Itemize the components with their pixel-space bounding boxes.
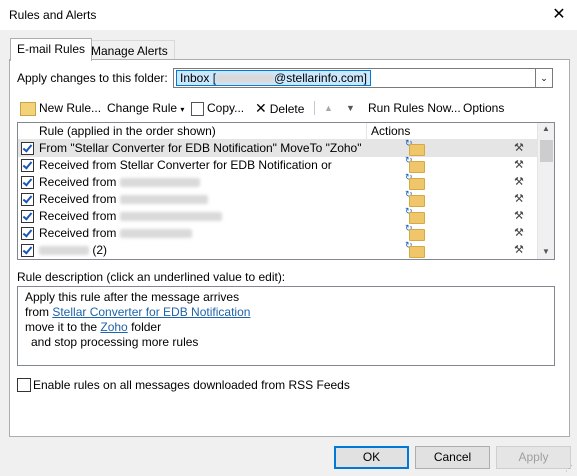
rule-name: Received from xyxy=(39,192,208,207)
folder-label: Apply changes to this folder: xyxy=(17,71,168,85)
column-header-rule[interactable]: Rule (applied in the order shown) xyxy=(39,124,216,138)
change-rule-label: Change Rule xyxy=(107,101,178,115)
rule-name: From "Stellar Converter for EDB Notifica… xyxy=(39,141,362,155)
grid-header: Rule (applied in the order shown) Action… xyxy=(18,123,537,140)
tools-icon: ⚒ xyxy=(514,210,524,222)
sender-link[interactable]: Stellar Converter for EDB Notification xyxy=(52,305,250,319)
window-title: Rules and Alerts xyxy=(9,8,97,22)
delete-label: Delete xyxy=(269,102,305,116)
tab-email-rules[interactable]: E-mail Rules xyxy=(10,38,93,61)
close-icon: ✕ xyxy=(552,6,566,23)
vertical-scrollbar[interactable]: ▲ ▼ xyxy=(537,123,554,259)
tools-icon: ⚒ xyxy=(514,227,524,239)
chevron-down-icon[interactable]: ⌄ xyxy=(535,69,552,87)
tools-icon: ⚒ xyxy=(514,176,524,188)
folder-icon xyxy=(409,246,425,258)
tools-icon: ⚒ xyxy=(514,193,524,205)
toolbar-divider xyxy=(314,101,315,115)
arrow-up-icon: ▲ xyxy=(324,103,333,113)
redacted-sender xyxy=(119,195,208,205)
table-row[interactable]: From "Stellar Converter for EDB Notifica… xyxy=(18,139,537,157)
apply-button[interactable]: Apply xyxy=(496,446,571,469)
column-header-actions[interactable]: Actions xyxy=(371,124,410,138)
table-row[interactable]: (2) ↻ ⚒ xyxy=(18,241,537,259)
description-line: and stop processing more rules xyxy=(31,335,199,349)
redacted-sender xyxy=(119,229,192,239)
rule-name: Received from Stellar Converter for EDB … xyxy=(39,158,332,172)
rule-name: (2) xyxy=(39,243,107,258)
rule-checkbox[interactable] xyxy=(21,244,34,257)
tools-icon: ⚒ xyxy=(514,142,524,154)
resize-grip-icon[interactable]: ⋰ xyxy=(565,464,575,474)
delete-button[interactable]: ✕ Delete xyxy=(255,99,304,117)
description-text: folder xyxy=(127,320,162,334)
description-line: from Stellar Converter for EDB Notificat… xyxy=(25,305,250,319)
table-row[interactable]: Received from Stellar Converter for EDB … xyxy=(18,156,537,174)
folder-value-suffix: @stellarinfo.com] xyxy=(274,71,367,85)
cancel-button[interactable]: Cancel xyxy=(415,446,490,469)
delete-icon: ✕ xyxy=(255,100,267,116)
rule-name: Received from xyxy=(39,175,200,190)
run-rules-now-button[interactable]: Run Rules Now... xyxy=(368,99,461,117)
rule-name: Received from xyxy=(39,209,222,224)
rules-list[interactable]: Rule (applied in the order shown) Action… xyxy=(17,122,555,260)
description-text: from xyxy=(25,305,53,319)
description-line: move it to the Zoho folder xyxy=(25,320,161,334)
tab-manage-alerts[interactable]: Manage Alerts xyxy=(84,40,175,61)
redacted-sender xyxy=(119,178,200,188)
folder-value: Inbox [ @stellarinfo.com] xyxy=(176,70,371,86)
table-row[interactable]: Received from ↻ ⚒ xyxy=(18,190,537,208)
ok-button[interactable]: OK xyxy=(334,446,409,469)
options-button[interactable]: Options xyxy=(463,99,504,117)
rule-checkbox[interactable] xyxy=(21,142,34,155)
description-text: move it to the xyxy=(25,320,101,334)
rule-name-text: (2) xyxy=(92,243,108,257)
column-divider xyxy=(366,123,367,139)
table-row[interactable]: Received from ↻ ⚒ xyxy=(18,207,537,225)
description-label: Rule description (click an underlined va… xyxy=(17,270,286,284)
redacted-sender xyxy=(119,212,222,222)
new-rule-button[interactable]: New Rule... xyxy=(20,99,101,117)
button-bar xyxy=(0,441,577,476)
copy-button[interactable]: Copy... xyxy=(191,99,244,117)
scroll-down-icon[interactable]: ▼ xyxy=(542,247,550,256)
folder-link[interactable]: Zoho xyxy=(100,320,127,334)
tools-icon: ⚒ xyxy=(514,159,524,171)
move-down-button[interactable]: ▼ xyxy=(346,99,355,117)
folder-dropdown[interactable]: Inbox [ @stellarinfo.com] ⌄ xyxy=(173,68,553,88)
table-row[interactable]: Received from ↻ ⚒ xyxy=(18,173,537,191)
close-button[interactable]: ✕ xyxy=(548,4,570,26)
rule-checkbox[interactable] xyxy=(21,210,34,223)
move-up-button[interactable]: ▲ xyxy=(324,99,333,117)
table-row[interactable]: Received from ↻ ⚒ xyxy=(18,224,537,242)
rule-checkbox[interactable] xyxy=(21,227,34,240)
rule-name-text: Received from xyxy=(39,209,117,223)
rule-checkbox[interactable] xyxy=(21,176,34,189)
tools-icon: ⚒ xyxy=(514,244,524,256)
arrow-down-icon: ▼ xyxy=(346,103,355,113)
rule-name-text: Received from xyxy=(39,175,117,189)
description-line: Apply this rule after the message arrive… xyxy=(25,290,240,304)
rule-name-text: Received from xyxy=(39,192,117,206)
new-rule-icon xyxy=(20,101,36,116)
new-rule-label: New Rule... xyxy=(39,101,102,115)
caret-down-icon: ▾ xyxy=(180,105,185,114)
folder-value-prefix: Inbox [ xyxy=(180,71,217,85)
redacted-sender xyxy=(39,246,89,256)
rule-description-box: Apply this rule after the message arrive… xyxy=(17,286,555,366)
scrollbar-thumb[interactable] xyxy=(540,140,553,162)
rss-label: Enable rules on all messages downloaded … xyxy=(33,378,350,392)
copy-label: Copy... xyxy=(207,101,245,115)
rss-checkbox[interactable] xyxy=(17,378,31,392)
change-rule-button[interactable]: Change Rule ▾ xyxy=(107,99,184,117)
rule-checkbox[interactable] xyxy=(21,193,34,206)
rule-checkbox[interactable] xyxy=(21,159,34,172)
rule-name-text: Received from xyxy=(39,226,117,240)
redacted-email xyxy=(216,74,275,84)
rule-name: Received from xyxy=(39,226,192,241)
copy-icon xyxy=(191,101,204,116)
scroll-up-icon[interactable]: ▲ xyxy=(542,124,550,133)
